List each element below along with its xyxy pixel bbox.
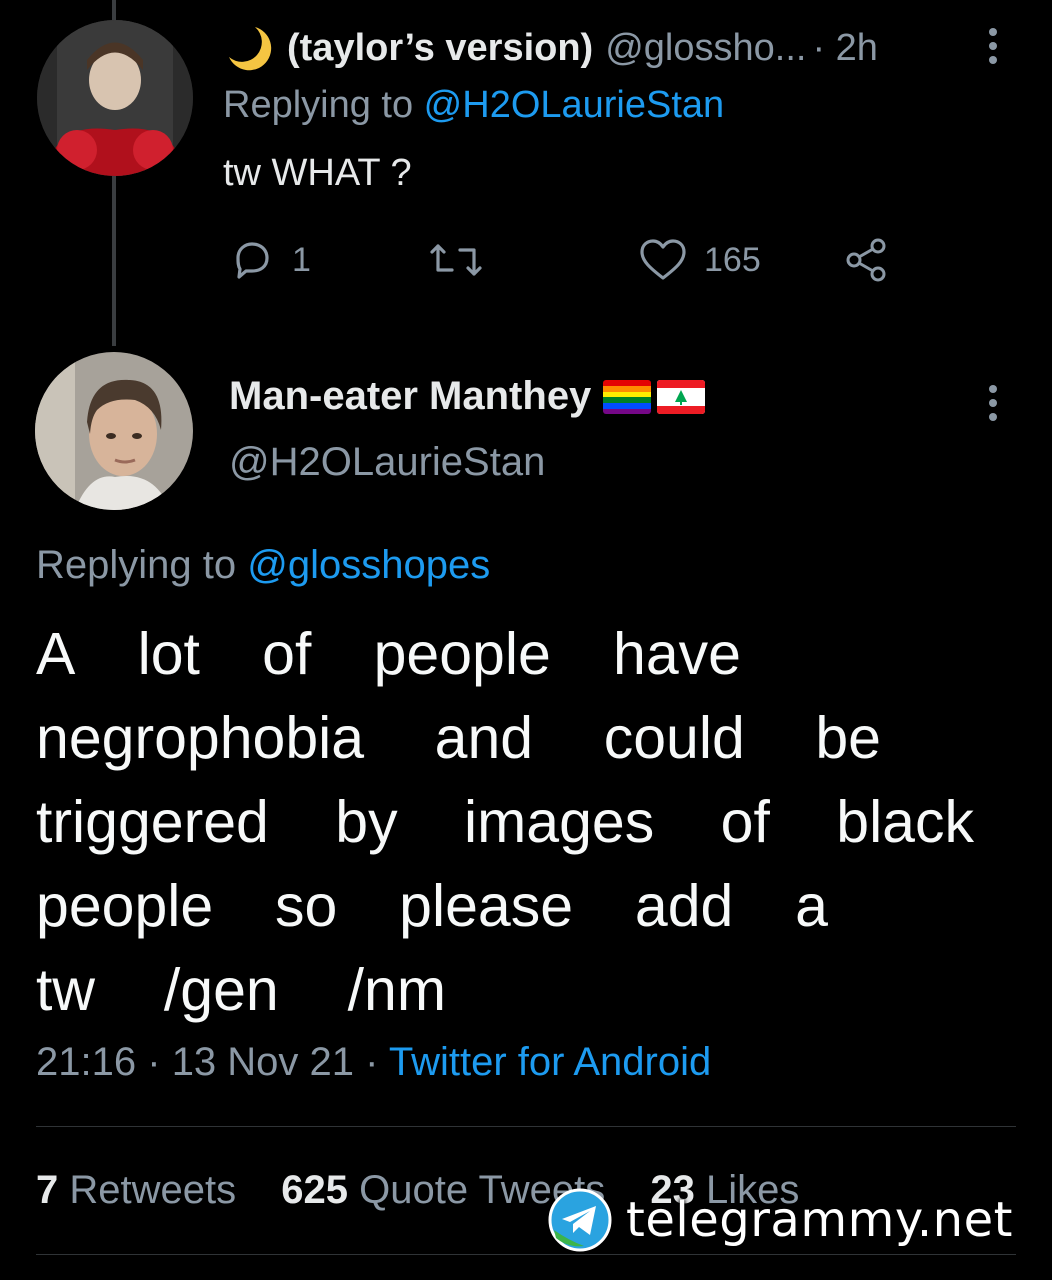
tweet-text-line: A lot of people have [36,612,741,696]
replying-to-link[interactable]: @H2OLaurieStan [424,84,725,126]
watermark-text: telegrammy.net [626,1192,1013,1248]
tweet-word: people [373,621,551,687]
tweet-word: black [836,789,974,855]
like-button[interactable]: 165 [638,232,761,288]
crescent-moon-icon [229,27,272,71]
quote-tweets-count: 625 [281,1168,348,1212]
heart-icon [640,239,686,280]
retweet-icon [430,244,482,276]
replying-to-line: Replying to @glosshopes [36,543,490,588]
lebanon-flag-icon [657,379,706,414]
reply-author-name[interactable]: (taylor’s version) [287,27,593,70]
tweet-date[interactable]: 13 Nov 21 [172,1040,354,1084]
more-options-icon[interactable] [988,28,998,64]
divider [36,1126,1016,1127]
tweet-text-line: people so please add a [36,864,828,948]
retweet-button[interactable] [426,232,502,288]
tweet-word: be [815,705,881,771]
share-button[interactable] [844,232,890,288]
meta-separator: · [365,1040,379,1084]
tweet-word: lot [137,621,200,687]
replying-to-link[interactable]: @glosshopes [247,543,490,587]
tweet-word: add [634,873,734,939]
tweet-word: a [795,873,828,939]
tweet-word: people [36,873,214,939]
tweet-word: of [720,789,770,855]
main-author-name[interactable]: Man-eater Manthey [229,374,591,419]
tweet-text-line: negrophobia and could be [36,696,881,780]
reply-tweet-text: tw WHAT ? [223,152,412,194]
replying-to-prefix: Replying to [36,543,248,587]
more-options-icon[interactable] [988,385,998,421]
avatar[interactable] [35,352,193,510]
tweet-word: could [603,705,745,771]
tweet-word: have [613,621,741,687]
reply-author-handle[interactable]: @glossho... [605,27,806,70]
tweet-word: A [36,621,76,687]
tweet-text-line: triggered by images of black [36,780,974,864]
tweet-text-line: tw /gen /nm [36,948,446,1032]
retweets-stat[interactable]: 7 Retweets [36,1168,236,1212]
tweet-word: tw [36,957,95,1023]
telegram-logo-icon [548,1188,612,1252]
like-count: 165 [704,240,761,279]
reply-header: (taylor’s version) @glossho... · 2h [225,20,878,76]
reply-icon [236,242,269,279]
tweet-word: of [262,621,312,687]
tweet-word: triggered [36,789,269,855]
main-author-line: Man-eater Manthey [229,374,706,419]
reply-button[interactable]: 1 [228,232,311,288]
main-tweet-text: A lot of people have negrophobia and cou… [36,612,981,1032]
retweets-label: Retweets [69,1168,237,1212]
tweet-word: please [399,873,574,939]
reply-timestamp[interactable]: · 2h [812,27,877,70]
reply-count: 1 [292,240,311,279]
replying-to-prefix: Replying to [223,84,424,126]
tweet-word: /gen [163,957,279,1023]
share-icon [846,238,886,282]
tweet-word: negrophobia [36,705,365,771]
tweet-time[interactable]: 21:16 [36,1040,136,1084]
meta-separator: · [147,1040,161,1084]
retweets-count: 7 [36,1168,59,1212]
tweet-word: /nm [347,957,446,1023]
tweet-word: images [464,789,655,855]
main-author-handle[interactable]: @H2OLaurieStan [229,440,545,485]
rainbow-flag-icon [603,379,652,414]
replying-to-line: Replying to @H2OLaurieStan [223,84,724,127]
tweet-word: so [275,873,338,939]
avatar[interactable] [37,20,193,176]
tweet-source-link[interactable]: Twitter for Android [389,1040,711,1084]
divider [36,1254,1016,1255]
tweet-meta: 21:16 · 13 Nov 21 · Twitter for Android [36,1040,711,1085]
tweet-actions: 1 165 [228,232,908,288]
tweet-word: and [434,705,534,771]
tweet-word: by [335,789,398,855]
watermark: telegrammy.net [548,1186,1013,1254]
